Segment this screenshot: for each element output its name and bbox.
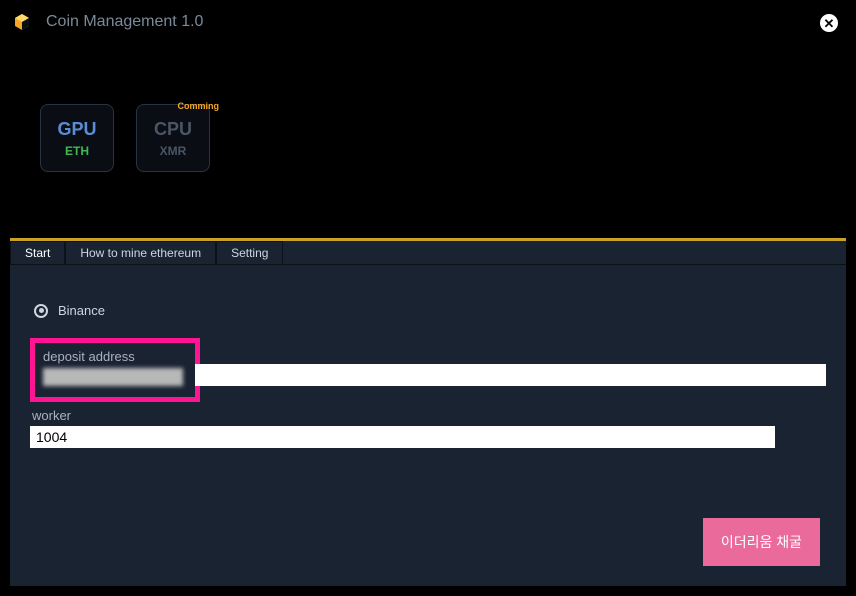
miner-coin-label: XMR: [160, 144, 187, 158]
worker-section: worker: [30, 408, 826, 448]
radio-icon: [34, 304, 48, 318]
coming-soon-badge: Comming: [178, 101, 220, 111]
deposit-highlight: deposit address: [30, 338, 200, 402]
exchange-label: Binance: [58, 303, 105, 318]
miner-coin-label: ETH: [65, 144, 89, 158]
worker-label: worker: [32, 408, 826, 423]
miner-type-label: GPU: [57, 119, 96, 140]
tab-setting[interactable]: Setting: [216, 241, 283, 264]
worker-input[interactable]: [30, 426, 775, 448]
miner-card-row: GPU ETH Comming CPU XMR: [0, 44, 856, 172]
deposit-row: deposit address: [30, 338, 826, 406]
titlebar: Coin Management 1.0: [0, 0, 856, 44]
deposit-redacted: [43, 368, 189, 391]
mine-button[interactable]: 이더리움 채굴: [703, 518, 820, 566]
close-icon: ✕: [824, 17, 835, 30]
tab-bar: Start How to mine ethereum Setting: [10, 241, 846, 265]
page-title: Coin Management 1.0: [46, 13, 203, 31]
tab-howto[interactable]: How to mine ethereum: [65, 241, 216, 264]
close-button[interactable]: ✕: [820, 14, 838, 32]
exchange-radio[interactable]: Binance: [34, 303, 826, 318]
panel-body: Binance deposit address worker 이더리움 채굴: [10, 265, 846, 586]
deposit-address-label: deposit address: [43, 349, 189, 364]
miner-card-cpu[interactable]: Comming CPU XMR: [136, 104, 210, 172]
tab-start[interactable]: Start: [10, 241, 65, 264]
app-icon: [12, 12, 32, 32]
deposit-address-input[interactable]: [195, 364, 826, 386]
action-row: 이더리움 채굴: [30, 518, 826, 566]
miner-type-label: CPU: [154, 119, 192, 140]
miner-card-gpu[interactable]: GPU ETH: [40, 104, 114, 172]
main-panel: Start How to mine ethereum Setting Binan…: [10, 238, 846, 586]
